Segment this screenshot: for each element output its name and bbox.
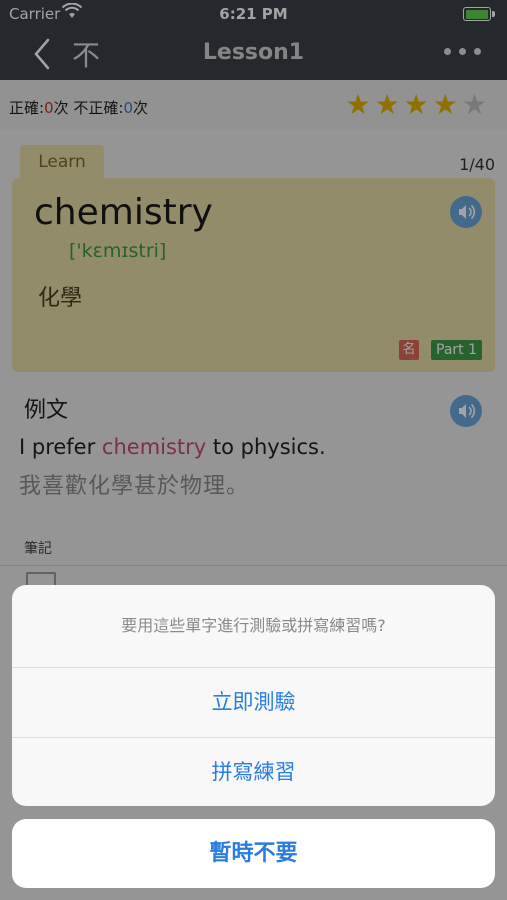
action-sheet: 要用這些單字進行測驗或拼寫練習嗎? 立即測驗 拼寫練習 (12, 585, 495, 806)
action-sheet-message: 要用這些單字進行測驗或拼寫練習嗎? (12, 585, 495, 668)
quiz-now-button[interactable]: 立即測驗 (12, 668, 495, 738)
cancel-button[interactable]: 暫時不要 (12, 819, 495, 888)
spelling-practice-button[interactable]: 拼寫練習 (12, 738, 495, 806)
